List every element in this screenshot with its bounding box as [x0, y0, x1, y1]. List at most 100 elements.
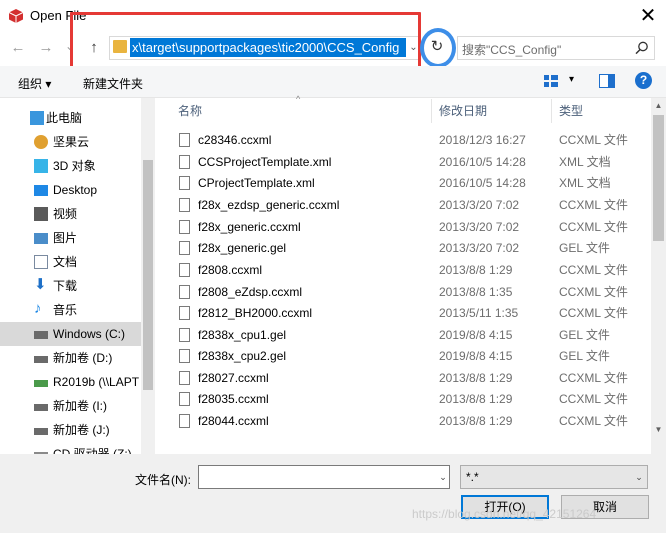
file-row[interactable]: CCSProjectTemplate.xml 2016/10/5 14:28 X…	[171, 152, 651, 173]
file-date: 2013/8/8 1:29	[439, 414, 513, 428]
file-type-filter[interactable]	[460, 465, 648, 489]
view-options-icon[interactable]	[544, 74, 558, 88]
music-icon: ♪	[34, 300, 42, 317]
file-date: 2013/8/8 1:29	[439, 392, 513, 406]
file-name: f2838x_cpu2.gel	[198, 349, 287, 363]
file-icon	[179, 392, 190, 406]
view-dropdown-icon[interactable]: ▾	[569, 74, 574, 85]
sidebar-item-drive-j[interactable]: 新加卷 (J:)	[0, 418, 141, 442]
file-name: f28035.ccxml	[198, 392, 269, 406]
watermark-text: https://blog.csdn.net/qq_42151264	[412, 507, 597, 521]
sidebar-item-pictures[interactable]: 图片	[0, 226, 141, 250]
file-type: XML 文档	[559, 155, 611, 169]
file-date: 2018/12/3 16:27	[439, 133, 526, 147]
file-date: 2013/8/8 1:29	[439, 263, 513, 277]
downloads-icon: ⬇	[34, 276, 47, 293]
file-name: f2838x_cpu1.gel	[198, 328, 287, 342]
file-date: 2013/3/20 7:02	[439, 220, 520, 234]
sidebar-item-videos[interactable]: 视频	[0, 202, 141, 226]
file-icon	[179, 414, 190, 428]
file-date: 2013/5/11 1:35	[439, 306, 519, 320]
file-row[interactable]: f28035.ccxml 2013/8/8 1:29 CCXML 文件	[171, 389, 651, 410]
file-name: f2812_BH2000.ccxml	[198, 306, 313, 320]
sidebar-item-desktop[interactable]: Desktop	[0, 178, 141, 202]
sidebar-item-documents[interactable]: 文档	[0, 250, 141, 274]
file-row[interactable]: CProjectTemplate.xml 2016/10/5 14:28 XML…	[171, 173, 651, 194]
file-icon	[179, 349, 190, 363]
file-row[interactable]: f28027.ccxml 2013/8/8 1:29 CCXML 文件	[171, 368, 651, 389]
nutstore-icon	[34, 135, 48, 149]
sidebar-scroll-thumb[interactable]	[143, 160, 153, 390]
sort-arrow-icon: ^	[296, 94, 301, 104]
sidebar-item-windows-c[interactable]: Windows (C:)	[0, 322, 141, 346]
file-name: f28044.ccxml	[198, 414, 269, 428]
sidebar-item-drive-d[interactable]: 新加卷 (D:)	[0, 346, 141, 370]
file-list-scroll-thumb[interactable]	[653, 115, 664, 241]
file-row[interactable]: f2808.ccxml 2013/8/8 1:29 CCXML 文件	[171, 260, 651, 281]
file-date: 2013/3/20 7:02	[439, 241, 520, 255]
file-type: CCXML 文件	[559, 285, 628, 299]
sidebar-item-nutstore[interactable]: 坚果云	[0, 130, 141, 154]
file-date: 2019/8/8 4:15	[439, 349, 513, 363]
preview-pane-icon[interactable]	[599, 74, 615, 88]
sidebar-item-network-r2019b[interactable]: R2019b (\\LAPT	[0, 370, 141, 394]
filename-label: 文件名(N):	[135, 473, 191, 487]
file-icon	[179, 263, 190, 277]
file-row[interactable]: f2812_BH2000.ccxml 2013/5/11 1:35 CCXML …	[171, 303, 651, 324]
file-icon	[179, 241, 190, 255]
filename-input[interactable]	[198, 465, 450, 489]
file-date: 2013/8/8 1:29	[439, 371, 513, 385]
file-row[interactable]: f28x_generic.gel 2013/3/20 7:02 GEL 文件	[171, 238, 651, 259]
column-divider[interactable]	[551, 99, 552, 123]
file-row[interactable]: f28x_ezdsp_generic.ccxml 2013/3/20 7:02 …	[171, 195, 651, 216]
sidebar-item-drive-i[interactable]: 新加卷 (I:)	[0, 394, 141, 418]
forward-button[interactable]: →	[36, 38, 56, 58]
file-name: f28x_generic.gel	[198, 241, 287, 255]
column-header-name[interactable]: 名称	[178, 99, 202, 123]
file-type: GEL 文件	[559, 328, 610, 342]
sidebar-item-this-pc[interactable]: 此电脑	[0, 106, 141, 130]
file-row[interactable]: f28x_generic.ccxml 2013/3/20 7:02 CCXML …	[171, 217, 651, 238]
sidebar-item-downloads[interactable]: ⬇ 下载	[0, 274, 141, 298]
file-type: CCXML 文件	[559, 306, 628, 320]
file-type: GEL 文件	[559, 349, 610, 363]
file-name: f2808.ccxml	[198, 263, 263, 277]
organize-button[interactable]: 组织 ▾	[18, 75, 51, 92]
close-button[interactable]: ✕	[630, 2, 666, 30]
column-header-type[interactable]: 类型	[559, 99, 583, 123]
3d-objects-icon	[34, 159, 48, 173]
search-icon[interactable]	[634, 40, 650, 56]
highlight-rectangle	[70, 12, 421, 70]
file-icon	[179, 328, 190, 342]
navigation-pane: 此电脑 坚果云 3D 对象 Desktop 视频 图片 文档 ⬇ 下载 ♪ 音乐…	[0, 98, 155, 454]
file-type: CCXML 文件	[559, 371, 628, 385]
file-type: CCXML 文件	[559, 263, 628, 277]
file-row[interactable]: f2808_eZdsp.ccxml 2013/8/8 1:35 CCXML 文件	[171, 282, 651, 303]
filename-dropdown-icon[interactable]: ⌄	[436, 465, 450, 489]
file-row[interactable]: f28044.ccxml 2013/8/8 1:29 CCXML 文件	[171, 411, 651, 432]
file-icon	[179, 133, 190, 147]
file-type-filter-value: *.*	[466, 470, 479, 484]
help-icon[interactable]: ?	[635, 72, 652, 89]
file-row[interactable]: c28346.ccxml 2018/12/3 16:27 CCXML 文件	[171, 130, 651, 151]
file-icon	[179, 371, 190, 385]
sidebar-item-cd-drive-z[interactable]: CD 驱动器 (Z:)	[0, 442, 141, 454]
file-type: CCXML 文件	[559, 198, 628, 212]
filter-dropdown-icon[interactable]: ⌄	[632, 465, 646, 489]
scroll-up-icon[interactable]: ▲	[651, 98, 666, 113]
computer-icon	[30, 111, 44, 125]
column-header-date[interactable]: 修改日期	[439, 99, 487, 123]
sidebar-item-music[interactable]: ♪ 音乐	[0, 298, 141, 322]
column-divider[interactable]	[431, 99, 432, 123]
back-button[interactable]: ←	[8, 38, 28, 58]
refresh-icon[interactable]: ↻	[428, 38, 446, 56]
file-name: f28027.ccxml	[198, 371, 269, 385]
scroll-down-icon[interactable]: ▼	[651, 422, 666, 437]
file-row[interactable]: f2838x_cpu2.gel 2019/8/8 4:15 GEL 文件	[171, 346, 651, 367]
cube-red-icon	[8, 9, 24, 23]
sidebar-item-3d-objects[interactable]: 3D 对象	[0, 154, 141, 178]
file-icon	[179, 198, 190, 212]
new-folder-button[interactable]: 新建文件夹	[83, 75, 143, 92]
file-row[interactable]: f2838x_cpu1.gel 2019/8/8 4:15 GEL 文件	[171, 325, 651, 346]
windows-drive-icon	[34, 331, 48, 339]
